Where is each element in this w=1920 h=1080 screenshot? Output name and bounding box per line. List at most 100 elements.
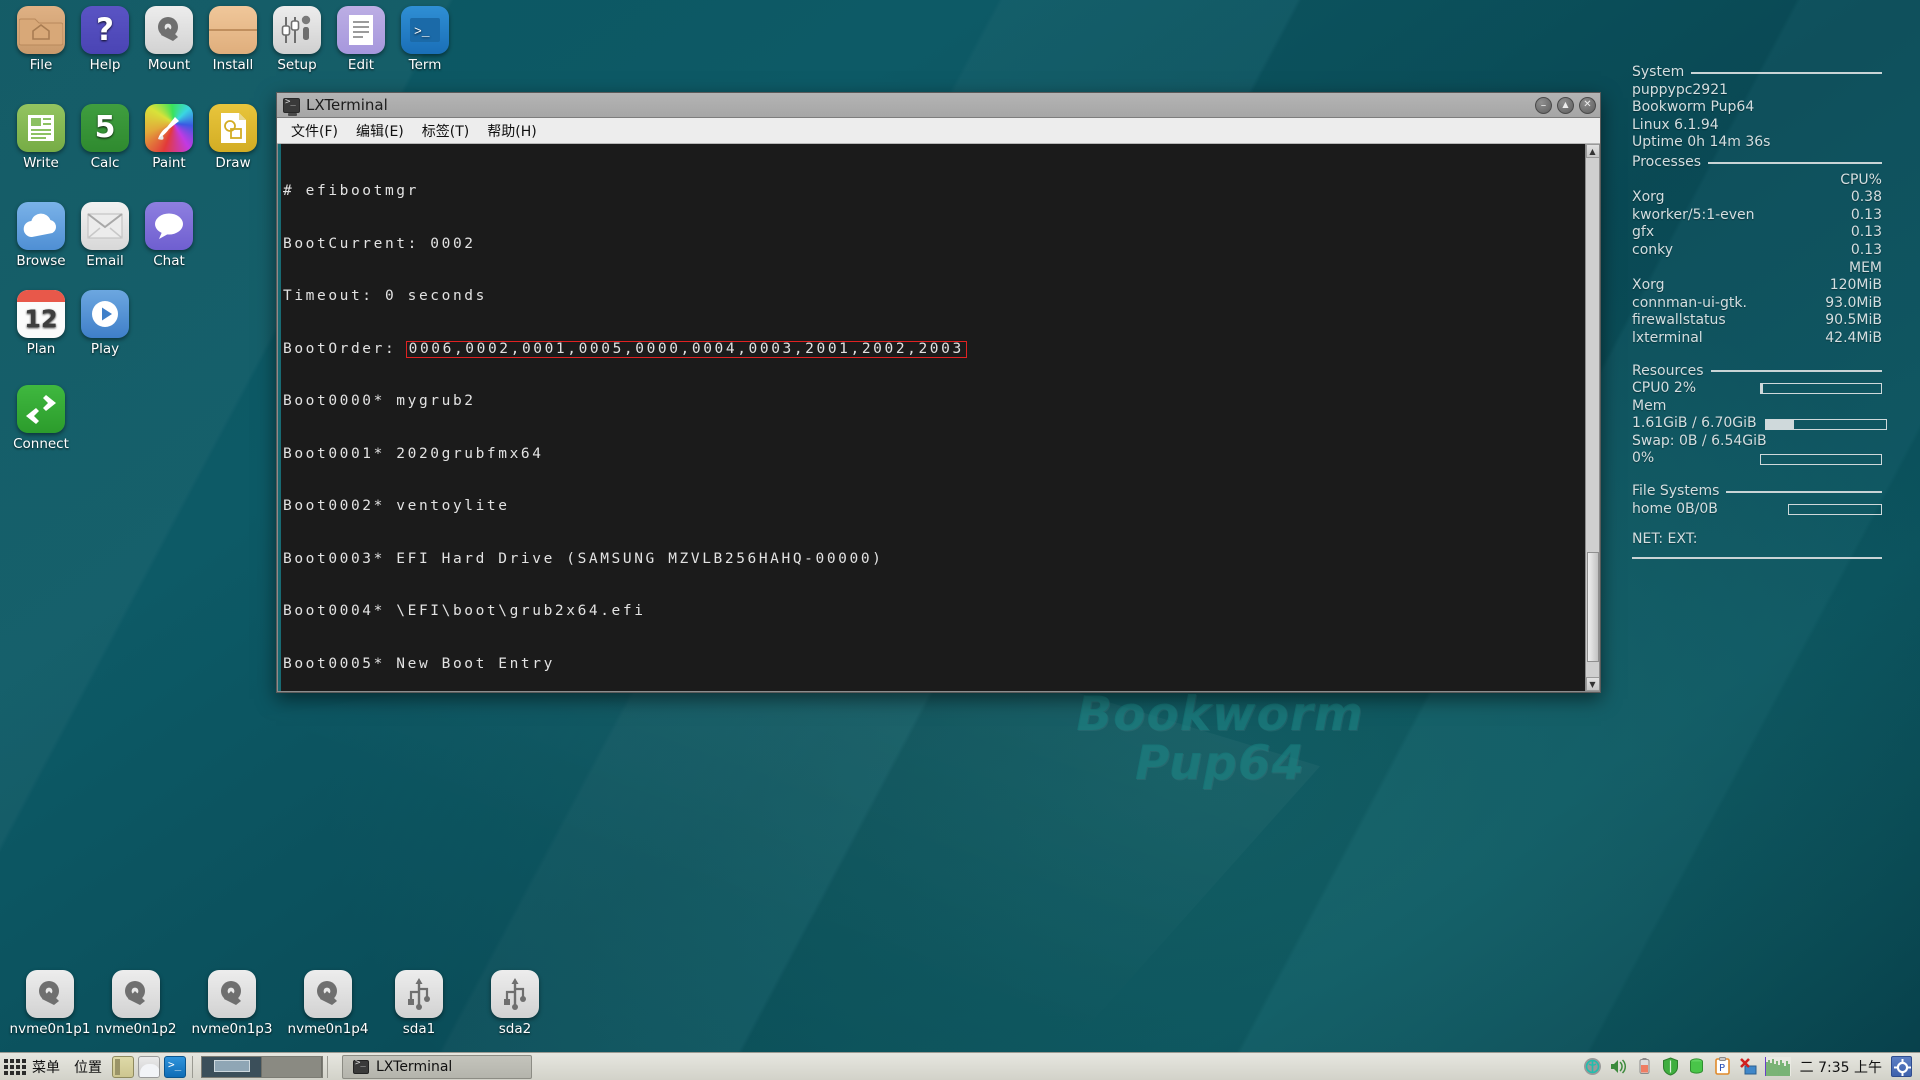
scroll-down-icon[interactable]: ▼ xyxy=(1585,677,1599,691)
system-tray[interactable]: P 二 7:35 上午 xyxy=(1583,1053,1920,1080)
terminal-output[interactable]: # efibootmgr BootCurrent: 0002 Timeout: … xyxy=(281,144,1585,691)
word-processor-icon xyxy=(17,104,65,152)
terminal-line: Boot0004* \EFI\boot\grub2x64.efi xyxy=(283,603,646,619)
menu-help[interactable]: 帮助(H) xyxy=(478,119,545,143)
places-button[interactable]: 位置 xyxy=(66,1057,110,1077)
desktop-icon-term[interactable]: >_ Term xyxy=(386,6,464,74)
lxterminal-window[interactable]: LXTerminal – ▲ ✕ 文件(F) 编辑(E) 标签(T) 帮助(H)… xyxy=(276,92,1601,693)
battery-icon[interactable] xyxy=(1635,1057,1654,1076)
conky-resources-header: Resources xyxy=(1632,362,1704,379)
conky-mem-value: 93.0MiB xyxy=(1825,294,1882,311)
desktop-drive-nvme0n1p2[interactable]: nvme0n1p2 xyxy=(92,970,180,1038)
menu-file[interactable]: 文件(F) xyxy=(282,119,347,143)
desktop-drive-nvme0n1p1[interactable]: nvme0n1p1 xyxy=(6,970,94,1038)
desktop-icon-play[interactable]: Play xyxy=(66,290,144,358)
conky-swap-percent: 0% xyxy=(1632,450,1655,467)
terminal-icon xyxy=(353,1058,369,1074)
browser-launcher[interactable] xyxy=(138,1055,160,1078)
clock[interactable]: 二 7:35 上午 xyxy=(1798,1057,1884,1077)
minimize-button[interactable]: – xyxy=(1535,96,1552,114)
terminal-line: Boot0002* ventoylite xyxy=(283,498,510,514)
conky-cpu0-bar xyxy=(1760,383,1882,395)
conky-mem-bar xyxy=(1764,418,1887,430)
hard-disk-icon xyxy=(26,970,74,1018)
conky-cpu-col-header-row: CPU% xyxy=(1632,172,1882,190)
conky-proc-name: conky xyxy=(1632,241,1674,258)
envelope-icon xyxy=(81,202,129,250)
conky-rule xyxy=(1726,490,1882,493)
taskbar-separator xyxy=(327,1055,328,1078)
vector-draw-icon xyxy=(209,104,257,152)
conky-mem-value: 42.4MiB xyxy=(1825,329,1882,346)
cloud-browser-icon xyxy=(17,202,65,250)
desktop-drive-nvme0n1p4[interactable]: nvme0n1p4 xyxy=(284,970,372,1038)
desktop-icon-chat[interactable]: Chat xyxy=(130,202,208,270)
conky-mem-row: Xorg 120MiB xyxy=(1632,277,1882,295)
terminal-line: Boot0005* New Boot Entry xyxy=(283,655,555,672)
speech-bubble-icon xyxy=(145,202,193,250)
desktop-drive-sda2[interactable]: sda2 xyxy=(471,970,559,1038)
cpu-graph-icon[interactable] xyxy=(1763,1057,1791,1076)
bootorder-highlight: 0006,0002,0001,0005,0000,0004,0003,2001,… xyxy=(405,340,967,358)
desktop-icon-draw[interactable]: Draw xyxy=(194,104,272,172)
window-titlebar[interactable]: LXTerminal – ▲ ✕ xyxy=(277,93,1600,118)
task-button-lxterminal[interactable]: LXTerminal xyxy=(342,1054,532,1079)
desktop-drive-sda1[interactable]: sda1 xyxy=(375,970,463,1038)
desktop-icon-label: Term xyxy=(408,57,442,73)
gear-icon[interactable] xyxy=(1891,1056,1912,1077)
connman-icon[interactable] xyxy=(1583,1057,1602,1076)
conky-mem-label: Mem xyxy=(1632,397,1667,414)
maximize-icon: ▲ xyxy=(1562,100,1569,109)
scroll-up-icon[interactable]: ▲ xyxy=(1585,144,1599,158)
taskbar[interactable]: 菜单 位置 >_ LXTerminal xyxy=(0,1052,1920,1080)
desktop-drive-nvme0n1p3[interactable]: nvme0n1p3 xyxy=(188,970,276,1038)
wallpaper-branding: Bookworm Pup64 xyxy=(910,690,1530,789)
terminal-line: # efibootmgr xyxy=(283,183,419,199)
volume-icon[interactable] xyxy=(1609,1057,1628,1076)
conky-mem-col-header-row: MEM xyxy=(1632,260,1882,278)
sliders-icon xyxy=(273,6,321,54)
conky-mem-value: 1.61GiB / 6.70GiB xyxy=(1632,415,1757,432)
scrollbar-thumb[interactable] xyxy=(1587,552,1599,662)
conky-distro: Bookworm Pup64 xyxy=(1632,99,1755,116)
workspace-pager[interactable] xyxy=(201,1055,323,1078)
firewall-shield-icon[interactable] xyxy=(1661,1057,1680,1076)
drive-label: nvme0n1p4 xyxy=(287,1021,369,1037)
file-manager-launcher[interactable] xyxy=(112,1055,134,1078)
drive-label: sda2 xyxy=(498,1021,532,1037)
conky-fs-bar xyxy=(1788,503,1882,515)
conky-mem-value: 90.5MiB xyxy=(1825,312,1882,329)
conky-rule xyxy=(1710,370,1882,373)
conky-fs-label: home 0B/0B xyxy=(1632,500,1718,517)
folder-home-icon xyxy=(17,6,65,54)
close-button[interactable]: ✕ xyxy=(1579,96,1596,114)
menu-edit[interactable]: 编辑(E) xyxy=(347,119,413,143)
conky-mem-row: lxterminal 42.4MiB xyxy=(1632,330,1882,348)
start-menu-button[interactable]: 菜单 xyxy=(0,1053,66,1080)
conky-mem-value: 120MiB xyxy=(1829,277,1882,294)
maximize-button[interactable]: ▲ xyxy=(1557,96,1574,114)
clipboard-icon[interactable]: P xyxy=(1713,1057,1732,1076)
disk-usage-icon[interactable] xyxy=(1687,1057,1706,1076)
desktop-icon-label: Draw xyxy=(215,155,251,171)
drive-label: nvme0n1p3 xyxy=(191,1021,273,1037)
network-disconnected-icon[interactable] xyxy=(1739,1057,1758,1076)
conky-kernel: Linux 6.1.94 xyxy=(1632,116,1719,133)
menu-tabs[interactable]: 标签(T) xyxy=(413,119,478,143)
drive-label: nvme0n1p2 xyxy=(95,1021,177,1037)
terminal-body[interactable]: # efibootmgr BootCurrent: 0002 Timeout: … xyxy=(277,144,1600,692)
terminal-scrollbar[interactable]: ▲ ▼ xyxy=(1585,144,1599,691)
calendar-icon: 12 xyxy=(17,290,65,338)
minimize-icon: – xyxy=(1540,98,1547,112)
terminal-bootorder-line-1: BootOrder: 0006,0002,0001,0005,0000,0004… xyxy=(283,340,1585,359)
conky-mem-name: connman-ui-gtk. xyxy=(1632,294,1747,311)
conky-uptime: Uptime 0h 14m 36s xyxy=(1632,134,1771,151)
conky-mem-bar-row: 1.61GiB / 6.70GiB xyxy=(1632,415,1887,433)
workspace-2[interactable] xyxy=(262,1056,322,1077)
terminal-launcher[interactable]: >_ xyxy=(164,1055,186,1078)
window-menubar[interactable]: 文件(F) 编辑(E) 标签(T) 帮助(H) xyxy=(277,118,1600,144)
bootorder-label: BootOrder: xyxy=(283,340,408,357)
desktop-icon-connect[interactable]: Connect xyxy=(2,385,80,453)
workspace-1[interactable] xyxy=(202,1056,262,1077)
window-task-list[interactable]: LXTerminal xyxy=(342,1054,532,1079)
